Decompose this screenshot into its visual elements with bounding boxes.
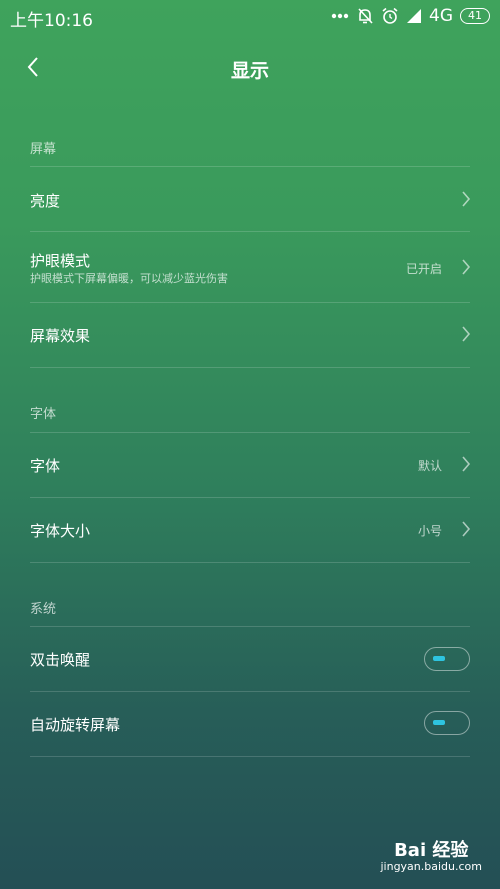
setting-auto-rotate: 自动旋转屏幕: [0, 692, 500, 756]
signal-icon: [406, 8, 422, 24]
setting-eye-care[interactable]: 护眼模式 护眼模式下屏幕偏暖，可以减少蓝光伤害 已开启: [0, 232, 500, 302]
setting-label: 屏幕效果: [30, 327, 91, 345]
section-label-screen: 屏幕: [30, 142, 57, 157]
setting-font-size[interactable]: 字体大小 小号: [0, 498, 500, 562]
toggle-knob: [433, 656, 445, 661]
chevron-right-icon: [460, 520, 472, 538]
setting-value: 已开启: [405, 262, 442, 276]
setting-double-tap-wake: 双击唤醒: [0, 627, 500, 691]
setting-label: 字体: [30, 457, 61, 475]
chevron-right-icon: [460, 455, 472, 473]
watermark-url: jingyan.baidu.com: [380, 860, 482, 873]
setting-description: 护眼模式下屏幕偏暖，可以减少蓝光伤害: [30, 272, 228, 285]
section-label-font: 字体: [30, 407, 57, 422]
section-label-system: 系统: [30, 602, 57, 617]
setting-font[interactable]: 字体 默认: [0, 433, 500, 497]
setting-value: 小号: [417, 524, 442, 538]
title-bar: 显示: [0, 44, 500, 92]
setting-label: 护眼模式: [30, 252, 91, 270]
setting-brightness[interactable]: 亮度: [0, 167, 500, 231]
network-type: 4G: [429, 6, 453, 26]
divider: [30, 756, 470, 757]
baidu-watermark: Bai 经验 jingyan.baidu.com: [380, 836, 482, 873]
setting-label: 亮度: [30, 192, 61, 210]
chevron-right-icon: [460, 190, 472, 208]
status-icons: 4G 41: [331, 6, 490, 26]
setting-screen-effect[interactable]: 屏幕效果: [0, 303, 500, 367]
status-time: 上午10:16: [10, 11, 93, 31]
divider: [30, 367, 470, 368]
double-tap-toggle[interactable]: [424, 647, 470, 671]
setting-label: 字体大小: [30, 522, 91, 540]
watermark-brand: Bai 经验: [394, 840, 469, 861]
setting-value: 默认: [417, 459, 442, 473]
setting-label: 自动旋转屏幕: [30, 716, 121, 734]
more-icon: [331, 13, 349, 19]
chevron-right-icon: [460, 258, 472, 276]
status-bar: 上午10:16 4G 41: [0, 0, 500, 32]
toggle-knob: [433, 720, 445, 725]
auto-rotate-toggle[interactable]: [424, 711, 470, 735]
page-title: 显示: [230, 60, 269, 82]
setting-label: 双击唤醒: [30, 651, 91, 669]
notification-off-icon: [356, 7, 374, 25]
divider: [30, 562, 470, 563]
chevron-right-icon: [460, 325, 472, 343]
battery-indicator: 41: [460, 8, 490, 24]
alarm-icon: [381, 7, 399, 25]
